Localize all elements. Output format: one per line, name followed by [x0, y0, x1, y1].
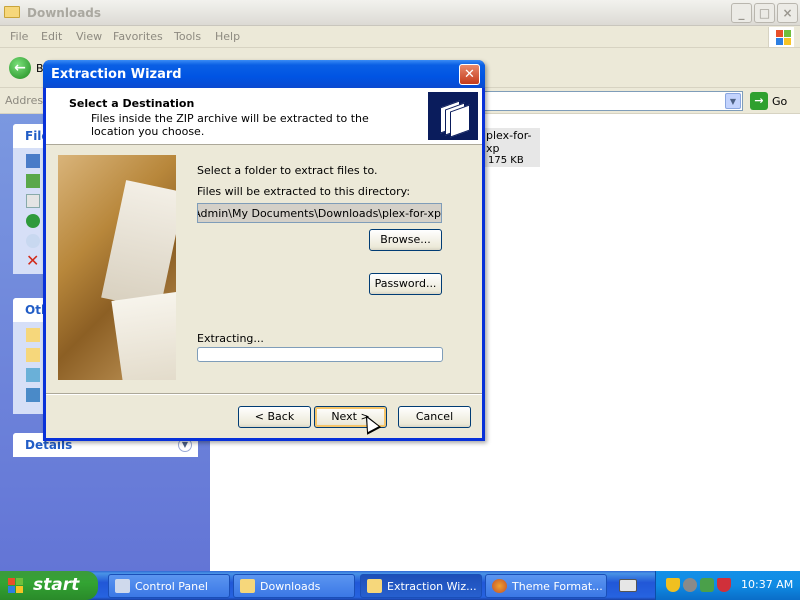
taskbar-item-theme-format[interactable]: Theme Format... [485, 574, 607, 598]
destination-path-value: ings\Admin\My Documents\Downloads\plex-f… [198, 207, 441, 220]
file-name: plex-for-xp [486, 129, 532, 155]
taskbar-item-extraction-wizard[interactable]: Extraction Wiz... [360, 574, 482, 598]
divider [46, 393, 482, 395]
extraction-progress-bar [197, 347, 443, 362]
go-button[interactable]: Go [772, 95, 787, 108]
start-button[interactable]: start [0, 571, 98, 600]
firefox-icon [492, 579, 507, 593]
back-button[interactable]: < Back [238, 406, 311, 428]
list-item[interactable]: plex-for-xp 175 KB [484, 128, 540, 167]
explorer-title-bar: Downloads _ □ × [0, 0, 800, 26]
folder-icon [4, 6, 20, 18]
file-list: plex-for-xp 175 KB [484, 128, 540, 167]
taskbar-item-label: Theme Format... [512, 580, 603, 593]
folder-icon [367, 579, 382, 593]
task-icon[interactable] [26, 174, 40, 188]
taskbar-item-downloads[interactable]: Downloads [233, 574, 355, 598]
header-title: Select a Destination [69, 97, 195, 110]
taskbar-item-label: Extraction Wiz... [387, 580, 477, 593]
security-icon[interactable] [683, 578, 697, 592]
globe-icon[interactable] [26, 214, 40, 228]
directory-label: Files will be extracted to this director… [197, 185, 411, 198]
menu-view[interactable]: View [76, 30, 102, 43]
taskbar: start Control Panel Downloads Extraction… [0, 571, 800, 600]
menu-help[interactable]: Help [215, 30, 240, 43]
taskbar-item-label: Control Panel [135, 580, 208, 593]
taskbar-item-label: Downloads [260, 580, 321, 593]
menu-favorites[interactable]: Favorites [113, 30, 163, 43]
select-folder-text: Select a folder to extract files to. [197, 164, 378, 177]
cancel-button[interactable]: Cancel [398, 406, 471, 428]
network-icon[interactable] [700, 578, 714, 592]
menu-bar: File Edit View Favorites Tools Help [0, 26, 800, 48]
wizard-side-image [58, 155, 176, 380]
computer-icon[interactable] [26, 368, 40, 382]
browse-button[interactable]: Browse... [369, 229, 442, 251]
header-subtitle: Files inside the ZIP archive will be ext… [91, 112, 369, 138]
file-size: 175 KB [488, 155, 524, 166]
folder-icon[interactable] [26, 328, 40, 342]
extraction-wizard-dialog: Extraction Wizard ✕ Select a Destination… [43, 60, 485, 441]
email-icon[interactable] [26, 234, 40, 248]
menu-edit[interactable]: Edit [41, 30, 62, 43]
extracting-label: Extracting... [197, 332, 264, 345]
folder-pages-icon [428, 92, 478, 140]
keyboard-icon[interactable] [619, 579, 637, 592]
address-input[interactable]: ▼ [484, 91, 743, 111]
shield-icon[interactable] [666, 578, 680, 592]
dialog-title-bar[interactable]: Extraction Wizard ✕ [43, 60, 485, 88]
dialog-close-button[interactable]: ✕ [459, 64, 480, 85]
control-panel-icon [115, 579, 130, 593]
start-label: start [33, 575, 80, 595]
clock: 10:37 AM [741, 578, 794, 591]
menu-tools[interactable]: Tools [174, 30, 201, 43]
menu-file[interactable]: File [10, 30, 28, 43]
task-icon[interactable] [26, 154, 40, 168]
wizard-header: Select a Destination Files inside the ZI… [46, 88, 482, 145]
chevron-down-icon[interactable]: ▼ [725, 93, 741, 109]
windows-logo-icon [768, 27, 794, 47]
document-icon[interactable] [26, 194, 40, 208]
close-button[interactable]: × [777, 3, 798, 23]
system-tray: 10:37 AM [655, 571, 800, 600]
go-arrow-icon[interactable]: → [750, 92, 768, 110]
taskbar-item-control-panel[interactable]: Control Panel [108, 574, 230, 598]
back-arrow-icon[interactable]: ← [9, 57, 31, 79]
dialog-title: Extraction Wizard [51, 67, 182, 82]
folder-icon[interactable] [26, 348, 40, 362]
destination-path-input[interactable]: ings\Admin\My Documents\Downloads\plex-f… [197, 203, 442, 223]
windows-logo-icon [8, 578, 24, 594]
password-button[interactable]: Password... [369, 273, 442, 295]
maximize-button[interactable]: □ [754, 3, 775, 23]
delete-x-icon[interactable]: ✕ [26, 253, 40, 269]
minimize-button[interactable]: _ [731, 3, 752, 23]
explorer-title: Downloads [27, 6, 102, 20]
network-icon[interactable] [26, 388, 40, 402]
folder-icon [240, 579, 255, 593]
security-center-icon[interactable] [717, 578, 731, 592]
